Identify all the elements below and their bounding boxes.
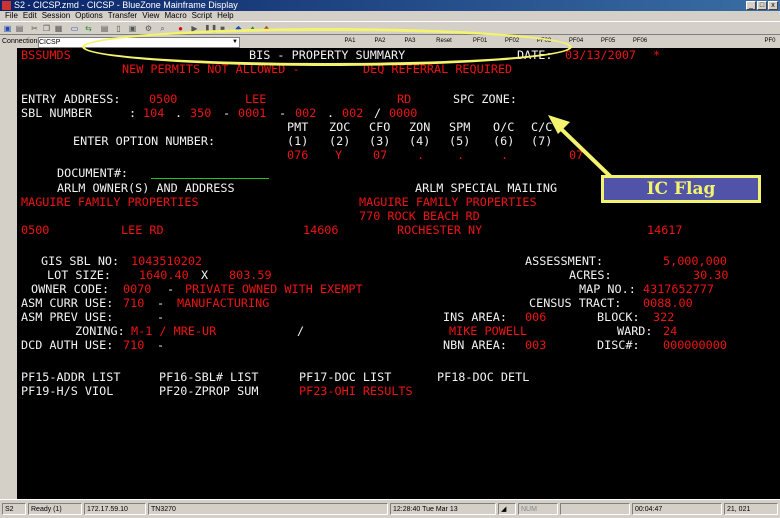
- status-cursor-position: 21, 021: [724, 503, 778, 515]
- status-indicator: ◢: [498, 503, 516, 515]
- status-datetime: 12:28:40 Tue Mar 13: [390, 503, 496, 515]
- status-num: NUM: [518, 503, 558, 515]
- status-elapsed: 00:04:47: [632, 503, 722, 515]
- status-host: 172.17.59.10: [84, 503, 146, 515]
- status-state: Ready (1): [28, 503, 82, 515]
- status-blank: [560, 503, 630, 515]
- status-session: S2: [2, 503, 26, 515]
- status-bar: S2 Ready (1) 172.17.59.10 TN3270 12:28:4…: [0, 499, 780, 518]
- callout-arrow: [548, 115, 614, 180]
- status-terminal: TN3270: [148, 503, 388, 515]
- ic-flag-callout: IC Flag: [601, 175, 761, 203]
